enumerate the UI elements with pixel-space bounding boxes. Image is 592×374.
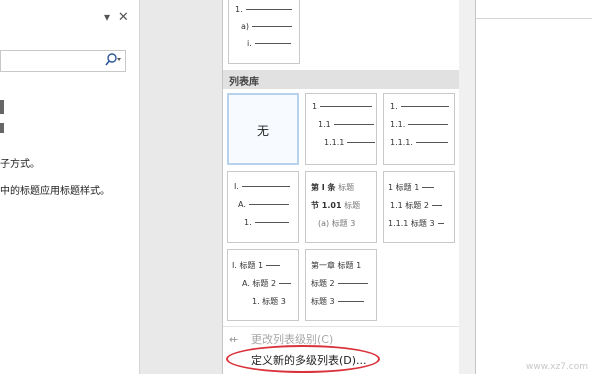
- pane-controls: ▾ ✕: [100, 10, 129, 25]
- change-level-icon: ⇷: [229, 332, 239, 346]
- pane-options-button[interactable]: ▾: [104, 10, 110, 24]
- highlight-ellipse: [226, 345, 380, 373]
- nav-hint-text-2: 中的标题应用标题样式。: [0, 186, 110, 197]
- nav-marker: [0, 100, 4, 114]
- list-style-thumb-chapter-heading[interactable]: 第一章 标题 1 标题 2 标题 3: [305, 249, 377, 321]
- document-gap: [140, 0, 222, 374]
- page-divider: [476, 18, 592, 19]
- gallery-scrollbar[interactable]: [459, 0, 475, 374]
- list-style-thumb-none[interactable]: 无: [227, 93, 299, 165]
- list-style-thumb-roman[interactable]: I. A. 1.: [227, 171, 299, 243]
- list-style-thumb-recent[interactable]: 1. a) i.: [228, 0, 300, 64]
- search-input[interactable]: [0, 50, 126, 72]
- list-style-thumb-numeric-dot[interactable]: 1. 1.1. 1.1.1.: [383, 93, 455, 165]
- list-style-thumb-numeric[interactable]: 1 1.1 1.1.1: [305, 93, 377, 165]
- navigation-pane: ▾ ✕ 子方式。 中的标题应用标题样式。: [0, 0, 140, 374]
- list-style-thumb-roman-heading[interactable]: I. 标题 1 A. 标题 2 1. 标题 3: [227, 249, 299, 321]
- search-icon[interactable]: [104, 53, 122, 70]
- list-style-thumb-article-section[interactable]: 第 I 条 标题 节 1.01 标题 (a) 标题 3: [305, 171, 377, 243]
- watermark: www.xz7.com: [526, 362, 588, 372]
- document-page: www.xz7.com: [476, 0, 592, 374]
- multilevel-list-gallery: 1. a) i. 列表库 无 1 1.1 1.1.1 1. 1.1. 1.1.1…: [222, 0, 476, 374]
- section-header-list-library: 列表库: [223, 70, 459, 89]
- none-label: 无: [256, 124, 269, 138]
- menu-divider: [223, 326, 459, 327]
- nav-hint-text-1: 子方式。: [0, 159, 40, 170]
- list-style-thumb-heading-numeric[interactable]: 1 标题 1 1.1 标题 2 1.1.1 标题 3: [383, 171, 455, 243]
- nav-marker: [0, 123, 4, 133]
- close-icon[interactable]: ✕: [118, 10, 129, 25]
